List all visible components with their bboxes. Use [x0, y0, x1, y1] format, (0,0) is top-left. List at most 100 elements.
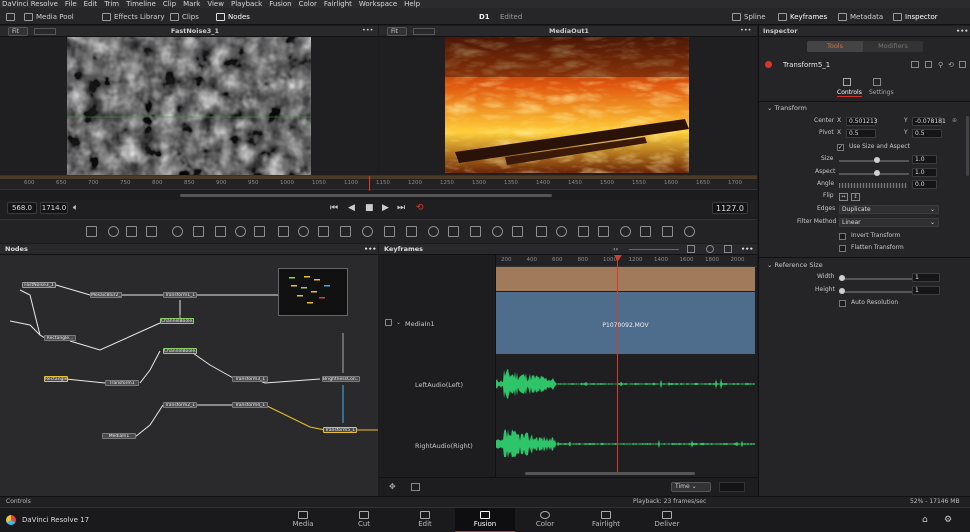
menu-item-clip[interactable]: Clip: [163, 0, 176, 8]
fusion-tool-icon[interactable]: [578, 226, 589, 237]
pivot-y-field[interactable]: 0.5: [912, 129, 942, 138]
metadata-button[interactable]: Metadata: [838, 10, 883, 23]
go-to-end-icon[interactable]: ⏭︎: [397, 203, 405, 213]
fusion-tool-icon[interactable]: [193, 226, 204, 237]
effects-library-button[interactable]: Effects Library: [102, 10, 165, 23]
menu-item-view[interactable]: View: [207, 0, 224, 8]
fusion-tool-icon[interactable]: [492, 226, 503, 237]
keyframes-zoom-in-icon[interactable]: [706, 245, 714, 253]
keyframes-list-icon[interactable]: [411, 483, 420, 491]
tool-pin-icon[interactable]: ⚲: [938, 61, 943, 69]
page-fairlight[interactable]: Fairlight: [576, 508, 636, 532]
flip-vertical-icon[interactable]: ↕: [851, 193, 860, 201]
edges-select[interactable]: Duplicate ⌄: [839, 205, 939, 214]
track-expand-icon[interactable]: ⌄: [396, 319, 401, 326]
fusion-tool-icon[interactable]: [448, 226, 459, 237]
keyframes-editor[interactable]: ⌄ MediaIn1 LeftAudio(Left) RightAudio(Ri…: [379, 255, 757, 496]
viewer-left-more-button[interactable]: •••: [362, 26, 374, 34]
page-fusion[interactable]: Fusion: [455, 508, 515, 532]
fusion-tool-icon[interactable]: [684, 226, 695, 237]
center-x-field[interactable]: 0.501213: [846, 117, 878, 126]
node-editor[interactable]: FastNoise3_1 MosaicBlur2_1 Transform1_1 …: [0, 255, 378, 496]
fusion-tool-icon[interactable]: [215, 226, 226, 237]
track-label-right-audio[interactable]: RightAudio(Right): [415, 442, 473, 450]
auto-resolution-checkbox[interactable]: [839, 300, 846, 307]
fusion-tool-icon[interactable]: [254, 226, 265, 237]
menu-item-fusion[interactable]: Fusion: [269, 0, 291, 8]
node-channelboolean-2[interactable]: ChannelBoole...: [163, 348, 197, 354]
subtab-controls[interactable]: Controls: [837, 89, 862, 97]
keyframes-move-icon[interactable]: ✥: [389, 482, 396, 491]
page-cut[interactable]: Cut: [334, 508, 394, 532]
out-point-field[interactable]: 1714.0: [40, 202, 68, 214]
loop-icon[interactable]: ⟲: [416, 203, 424, 213]
keyframes-zoom-icon[interactable]: ‹›: [613, 244, 618, 254]
viewer-right-layout-icon[interactable]: [413, 28, 435, 35]
node-transform3-1[interactable]: Transform3_1: [232, 376, 268, 382]
angle-thumbwheel[interactable]: [839, 183, 907, 188]
time-value-field[interactable]: [719, 482, 745, 492]
size-slider[interactable]: [839, 157, 909, 163]
tool-enable-icon[interactable]: [765, 61, 772, 68]
keyframes-playhead[interactable]: [617, 255, 618, 475]
track-lock-icon[interactable]: [385, 319, 392, 326]
node-brightnesscontrast[interactable]: BrightnessCon...: [322, 376, 360, 382]
tab-modifiers[interactable]: Modifiers: [865, 41, 921, 52]
size-field[interactable]: 1.0: [912, 155, 937, 164]
node-transform4-1[interactable]: Transform4_1: [232, 402, 268, 408]
viewer-left-layout-icon[interactable]: [34, 28, 56, 35]
playhead-marker-icon[interactable]: [614, 255, 622, 261]
aspect-slider-knob[interactable]: [874, 170, 880, 176]
fusion-tool-icon[interactable]: [598, 226, 609, 237]
menu-item-playback[interactable]: Playback: [231, 0, 262, 8]
node-fastnoise3[interactable]: FastNoise3_1: [22, 282, 56, 288]
in-point-field[interactable]: 568.0: [7, 202, 37, 214]
fusion-tool-icon[interactable]: [318, 226, 329, 237]
menu-item-file[interactable]: File: [65, 0, 77, 8]
section-reference-size[interactable]: ⌄ Reference Size: [767, 261, 823, 269]
menu-item-trim[interactable]: Trim: [104, 0, 119, 8]
go-to-start-icon[interactable]: ⏮︎: [330, 203, 338, 213]
keyframes-fit-icon[interactable]: [687, 245, 695, 253]
page-deliver[interactable]: Deliver: [637, 508, 697, 532]
viewer-left-fit-select[interactable]: Fit: [8, 27, 28, 36]
aspect-slider[interactable]: [839, 170, 909, 176]
node-mosaicblur2[interactable]: MosaicBlur2_1: [90, 292, 122, 298]
node-navigator-minimap[interactable]: [278, 268, 348, 316]
inspector-button[interactable]: Inspector: [893, 10, 938, 23]
fusion-tool-icon[interactable]: [662, 226, 673, 237]
play-reverse-icon[interactable]: ◀: [348, 203, 355, 213]
fusion-tool-icon[interactable]: [406, 226, 417, 237]
menu-item-edit[interactable]: Edit: [84, 0, 98, 8]
keyframes-hscrollbar[interactable]: [525, 472, 695, 475]
menu-item-timeline[interactable]: Timeline: [126, 0, 156, 8]
keyframes-more-button[interactable]: •••: [741, 244, 753, 254]
node-transform5-1[interactable]: Transform5_1: [323, 427, 357, 433]
nodes-more-button[interactable]: •••: [364, 244, 376, 254]
tab-tools[interactable]: Tools: [807, 41, 863, 52]
ruler-playhead[interactable]: [369, 176, 370, 191]
filter-method-select[interactable]: Linear ⌄: [839, 218, 939, 227]
fusion-tool-icon[interactable]: [298, 226, 309, 237]
section-transform[interactable]: ⌄ Transform: [767, 104, 807, 112]
nodes-button[interactable]: Nodes: [216, 10, 250, 23]
media-pool-button[interactable]: Media Pool: [24, 10, 74, 23]
use-size-aspect-checkbox[interactable]: ✓: [837, 144, 844, 151]
menu-item-color[interactable]: Color: [299, 0, 317, 8]
mediain1-clip[interactable]: P1070092.MOV: [496, 292, 755, 354]
width-slider-knob[interactable]: [839, 275, 845, 281]
play-icon[interactable]: ▶: [382, 203, 389, 213]
keyframes-zoom-slider[interactable]: [629, 249, 679, 250]
height-slider-knob[interactable]: [839, 288, 845, 294]
pivot-x-field[interactable]: 0.5: [846, 129, 876, 138]
node-mediain1[interactable]: MediaIn1: [102, 433, 136, 439]
menu-item-help[interactable]: Help: [404, 0, 420, 8]
time-ruler[interactable]: 600 650 700 750 800 850 900 950 1000 1050 1100 1150…: [0, 175, 774, 191]
center-y-field[interactable]: -0.078181: [912, 117, 946, 126]
center-crosshair-icon[interactable]: ⊕: [952, 117, 957, 124]
menu-item-mark[interactable]: Mark: [183, 0, 200, 8]
angle-field[interactable]: 0.0: [912, 180, 937, 189]
fusion-tool-icon[interactable]: [428, 226, 439, 237]
viewer-right-more-button[interactable]: •••: [740, 26, 752, 34]
flatten-transform-checkbox[interactable]: [839, 245, 846, 252]
